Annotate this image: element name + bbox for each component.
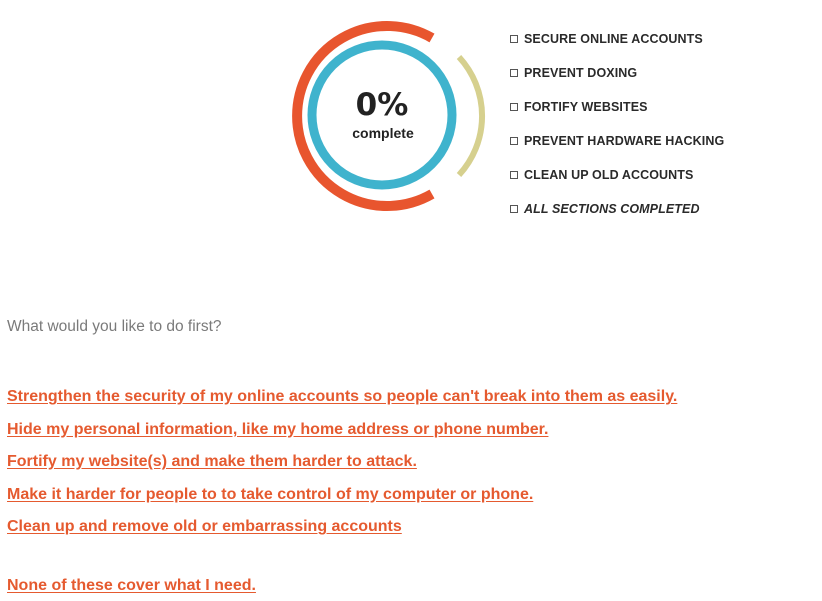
option-link-none[interactable]: None of these cover what I need. <box>7 577 256 595</box>
checkbox-icon <box>510 171 518 179</box>
question-prompt: What would you like to do first? <box>7 318 222 335</box>
checklist-item-old-accounts: CLEAN UP OLD ACCOUNTS <box>510 158 724 192</box>
option-link-clean-accounts[interactable]: Clean up and remove old or embarrassing … <box>7 513 677 546</box>
checkbox-icon <box>510 103 518 111</box>
checkbox-icon <box>510 137 518 145</box>
checkbox-icon <box>510 35 518 43</box>
option-link-secure-accounts[interactable]: Strengthen the security of my online acc… <box>7 383 677 416</box>
checkbox-icon <box>510 205 518 213</box>
checklist-item-fortify-websites: FORTIFY WEBSITES <box>510 90 724 124</box>
checklist-item-hardware-hacking: PREVENT HARDWARE HACKING <box>510 124 724 158</box>
checklist-item-label: SECURE ONLINE ACCOUNTS <box>524 32 703 46</box>
checklist-item-secure-accounts: SECURE ONLINE ACCOUNTS <box>510 22 724 56</box>
checkbox-icon <box>510 69 518 77</box>
checklist-item-label: PREVENT HARDWARE HACKING <box>524 134 725 148</box>
checklist-item-label: ALL SECTIONS COMPLETED <box>524 202 700 216</box>
checklist-item-prevent-doxing: PREVENT DOXING <box>510 56 724 90</box>
progress-readout: 0% complete <box>278 10 488 220</box>
option-link-hide-personal-info[interactable]: Hide my personal information, like my ho… <box>7 416 677 449</box>
progress-complete-label: complete <box>352 124 414 141</box>
option-link-device-control[interactable]: Make it harder for people to to take con… <box>7 481 677 514</box>
checklist-item-label: CLEAN UP OLD ACCOUNTS <box>524 168 694 182</box>
checklist-item-label: FORTIFY WEBSITES <box>524 100 648 114</box>
option-link-fortify-website[interactable]: Fortify my website(s) and make them hard… <box>7 448 677 481</box>
progress-percent: 0% <box>355 86 409 123</box>
option-list: Strengthen the security of my online acc… <box>7 383 677 546</box>
checklist-item-all-completed: ALL SECTIONS COMPLETED <box>510 192 724 226</box>
checklist-item-label: PREVENT DOXING <box>524 66 638 80</box>
section-checklist: SECURE ONLINE ACCOUNTS PREVENT DOXING FO… <box>510 22 724 226</box>
